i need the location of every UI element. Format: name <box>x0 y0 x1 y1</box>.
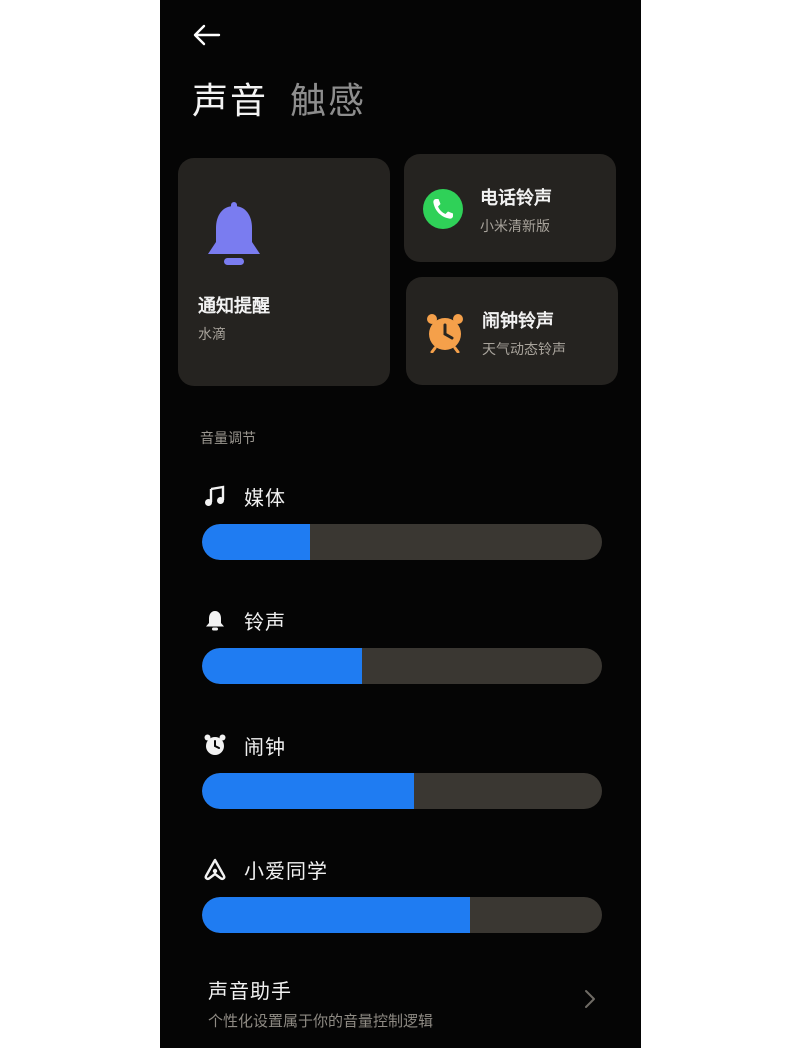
xiaoai-volume-fill <box>202 897 470 933</box>
notification-sound-card[interactable]: 通知提醒 水滴 <box>178 158 390 386</box>
media-volume-slider[interactable] <box>202 524 602 560</box>
chevron-right-icon <box>584 989 596 1013</box>
alarm-ringtone-card[interactable]: 闹钟铃声 天气动态铃声 <box>406 277 618 385</box>
tab-sound[interactable]: 声音 <box>192 72 268 124</box>
bell-icon <box>204 202 264 272</box>
alarm-ringtone-title: 闹钟铃声 <box>482 311 554 332</box>
tab-bar: 声音 触感 <box>192 72 366 124</box>
alarm-ringtone-subtitle: 天气动态铃声 <box>482 342 566 358</box>
phone-ringtone-subtitle: 小米清新版 <box>480 219 550 235</box>
volume-row-alarm: 闹钟 <box>202 731 602 809</box>
music-note-icon <box>202 483 228 509</box>
volume-section-label: 音量调节 <box>200 431 256 447</box>
ringtone-volume-fill <box>202 648 362 684</box>
bell-icon <box>202 607 228 633</box>
sound-assistant-subtitle: 个性化设置属于你的音量控制逻辑 <box>208 1012 434 1030</box>
back-arrow-icon <box>193 24 221 46</box>
ringtone-volume-slider[interactable] <box>202 648 602 684</box>
volume-row-media: 媒体 <box>202 482 602 560</box>
alarm-volume-fill <box>202 773 414 809</box>
media-volume-fill <box>202 524 310 560</box>
phone-ringtone-title: 电话铃声 <box>480 188 552 209</box>
alarm-clock-icon <box>424 311 466 357</box>
volume-row-ringtone: 铃声 <box>202 606 602 684</box>
sound-settings-screen: 声音 触感 通知提醒 水滴 电话铃声 小米清新版 闹钟铃声 天气动态铃声 音量调… <box>160 0 641 1048</box>
notification-title: 通知提醒 <box>198 296 270 317</box>
volume-row-xiaoai: 小爱同学 <box>202 855 602 933</box>
sound-assistant-title: 声音助手 <box>208 979 292 1003</box>
xiaoai-assistant-icon <box>202 856 228 882</box>
sound-assistant-item[interactable]: 声音助手 个性化设置属于你的音量控制逻辑 <box>208 975 618 1031</box>
volume-label-alarm: 闹钟 <box>244 734 286 759</box>
volume-label-xiaoai: 小爱同学 <box>244 858 328 883</box>
xiaoai-volume-slider[interactable] <box>202 897 602 933</box>
phone-ringtone-card[interactable]: 电话铃声 小米清新版 <box>404 154 616 262</box>
volume-label-media: 媒体 <box>244 485 286 510</box>
tab-haptics[interactable]: 触感 <box>290 72 366 124</box>
volume-label-ringtone: 铃声 <box>244 609 286 634</box>
notification-subtitle: 水滴 <box>198 327 226 343</box>
alarm-volume-slider[interactable] <box>202 773 602 809</box>
alarm-clock-icon <box>202 732 228 758</box>
phone-icon <box>422 188 464 234</box>
back-button[interactable] <box>190 18 224 52</box>
